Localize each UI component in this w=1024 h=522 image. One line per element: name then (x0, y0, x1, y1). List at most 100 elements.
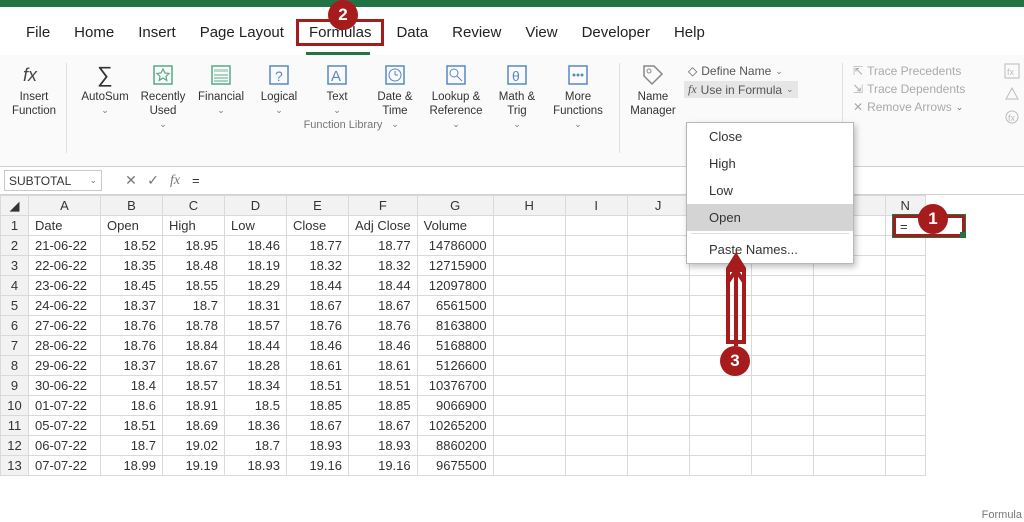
ribbon-tab-review[interactable]: Review (440, 20, 513, 45)
remove-arrows-button[interactable]: ✕Remove Arrows ⌄ (849, 99, 969, 115)
show-formulas-icon[interactable]: fx (1004, 63, 1020, 82)
evaluate-icon[interactable]: fx (1004, 109, 1020, 128)
dependents-icon: ⇲ (853, 82, 863, 96)
row-header[interactable]: 5 (1, 296, 29, 316)
autosum-button[interactable]: ∑AutoSum⌄ (78, 59, 132, 118)
col-header-F[interactable]: F (349, 196, 418, 216)
header-cell[interactable]: High (163, 216, 225, 236)
fx-icon: fx (20, 61, 48, 89)
ribbon-tabs: FileHomeInsertPage LayoutFormulasDataRev… (0, 7, 1024, 54)
trace-precedents-button[interactable]: ⇱Trace Precedents (849, 63, 969, 79)
dropdown-item-open[interactable]: Open (687, 204, 853, 231)
formula-auditing-label: Formula (982, 509, 1022, 521)
row-header[interactable]: 1 (1, 216, 29, 236)
ribbon-tab-file[interactable]: File (14, 20, 62, 45)
enter-formula-icon[interactable]: ✓ (142, 172, 164, 189)
ribbon-tab-page-layout[interactable]: Page Layout (188, 20, 296, 45)
row-header[interactable]: 12 (1, 436, 29, 456)
name-manager-button[interactable]: Name Manager (626, 59, 680, 121)
function-library-group-label: Function Library (73, 119, 613, 131)
data-cell[interactable]: 01-07-22 (29, 396, 101, 416)
spreadsheet-grid[interactable]: ◢ABCDEFGHIJKLMN1DateOpenHighLowCloseAdj … (0, 195, 1024, 476)
financial-button[interactable]: Financial⌄ (194, 59, 248, 118)
logical-button[interactable]: ?Logical⌄ (252, 59, 306, 118)
col-header-C[interactable]: C (163, 196, 225, 216)
header-cell[interactable]: Open (101, 216, 163, 236)
ribbon-tab-view[interactable]: View (513, 20, 569, 45)
data-cell[interactable]: 06-07-22 (29, 436, 101, 456)
data-cell[interactable]: 29-06-22 (29, 356, 101, 376)
dropdown-item-low[interactable]: Low (687, 177, 853, 204)
row-header[interactable]: 6 (1, 316, 29, 336)
col-header-D[interactable]: D (225, 196, 287, 216)
col-header-B[interactable]: B (101, 196, 163, 216)
data-cell[interactable]: 24-06-22 (29, 296, 101, 316)
row-header[interactable]: 2 (1, 236, 29, 256)
dropdown-item-paste-names-[interactable]: Paste Names... (687, 236, 853, 263)
ribbon-tab-data[interactable]: Data (384, 20, 440, 45)
data-cell[interactable]: 07-07-22 (29, 456, 101, 476)
col-header-G[interactable]: G (417, 196, 493, 216)
chevron-down-icon[interactable]: ⌄ (89, 175, 97, 186)
ribbon-tab-insert[interactable]: Insert (126, 20, 188, 45)
ribbon-tab-home[interactable]: Home (62, 20, 126, 45)
data-cell[interactable]: 21-06-22 (29, 236, 101, 256)
tag-icon (639, 61, 667, 89)
row-header[interactable]: 13 (1, 456, 29, 476)
dropdown-item-high[interactable]: High (687, 150, 853, 177)
fx-small-icon: fx (688, 82, 697, 97)
svg-text:?: ? (275, 68, 283, 84)
svg-text:fx: fx (23, 65, 38, 85)
use-in-formula-button[interactable]: fxUse in Formula ⌄ (684, 81, 798, 98)
data-cell[interactable]: 27-06-22 (29, 316, 101, 336)
define-name-button[interactable]: ◇Define Name ⌄ (684, 63, 798, 79)
col-header-J[interactable]: J (627, 196, 689, 216)
lookup-icon (442, 61, 470, 89)
fx-bar-icon[interactable]: fx (164, 173, 186, 189)
sigma-icon: ∑ (91, 61, 119, 89)
precedents-icon: ⇱ (853, 64, 863, 78)
header-cell[interactable]: Date (29, 216, 101, 236)
ribbon-tab-developer[interactable]: Developer (570, 20, 662, 45)
error-check-icon[interactable] (1004, 86, 1020, 105)
row-header[interactable]: 11 (1, 416, 29, 436)
header-cell[interactable]: Adj Close (349, 216, 418, 236)
cancel-formula-icon[interactable]: ✕ (120, 172, 142, 189)
col-header-A[interactable]: A (29, 196, 101, 216)
data-cell[interactable]: 05-07-22 (29, 416, 101, 436)
header-cell[interactable]: Close (287, 216, 349, 236)
callout-3: 3 (720, 346, 750, 376)
row-header[interactable]: 10 (1, 396, 29, 416)
data-cell[interactable]: 30-06-22 (29, 376, 101, 396)
row-header[interactable]: 8 (1, 356, 29, 376)
svg-text:A: A (331, 68, 341, 85)
select-all-cell[interactable]: ◢ (1, 196, 29, 216)
tag-small-icon: ◇ (688, 64, 697, 78)
data-cell[interactable]: 22-06-22 (29, 256, 101, 276)
name-box[interactable]: SUBTOTAL⌄ (4, 170, 102, 191)
insert-function-label: Insert Function (12, 91, 56, 119)
row-header[interactable]: 4 (1, 276, 29, 296)
formula-input[interactable]: = (186, 170, 1018, 191)
ribbon: fx Insert Function ∑AutoSum⌄ Recently Us… (0, 55, 1024, 167)
row-header[interactable]: 9 (1, 376, 29, 396)
dropdown-item-close[interactable]: Close (687, 123, 853, 150)
header-cell[interactable]: Volume (417, 216, 493, 236)
star-icon (149, 61, 177, 89)
theta-icon: θ (503, 61, 531, 89)
insert-function-button[interactable]: fx Insert Function (7, 59, 61, 121)
row-header[interactable]: 3 (1, 256, 29, 276)
col-header-H[interactable]: H (493, 196, 565, 216)
data-cell[interactable]: 23-06-22 (29, 276, 101, 296)
text-button[interactable]: AText⌄ (310, 59, 364, 118)
header-cell[interactable]: Low (225, 216, 287, 236)
col-header-I[interactable]: I (565, 196, 627, 216)
ribbon-tab-help[interactable]: Help (662, 20, 717, 45)
svg-text:fx: fx (1008, 113, 1016, 123)
use-in-formula-dropdown: CloseHighLowOpen Paste Names... (686, 122, 854, 264)
trace-dependents-button[interactable]: ⇲Trace Dependents (849, 81, 969, 97)
row-header[interactable]: 7 (1, 336, 29, 356)
clock-icon (381, 61, 409, 89)
data-cell[interactable]: 28-06-22 (29, 336, 101, 356)
col-header-E[interactable]: E (287, 196, 349, 216)
